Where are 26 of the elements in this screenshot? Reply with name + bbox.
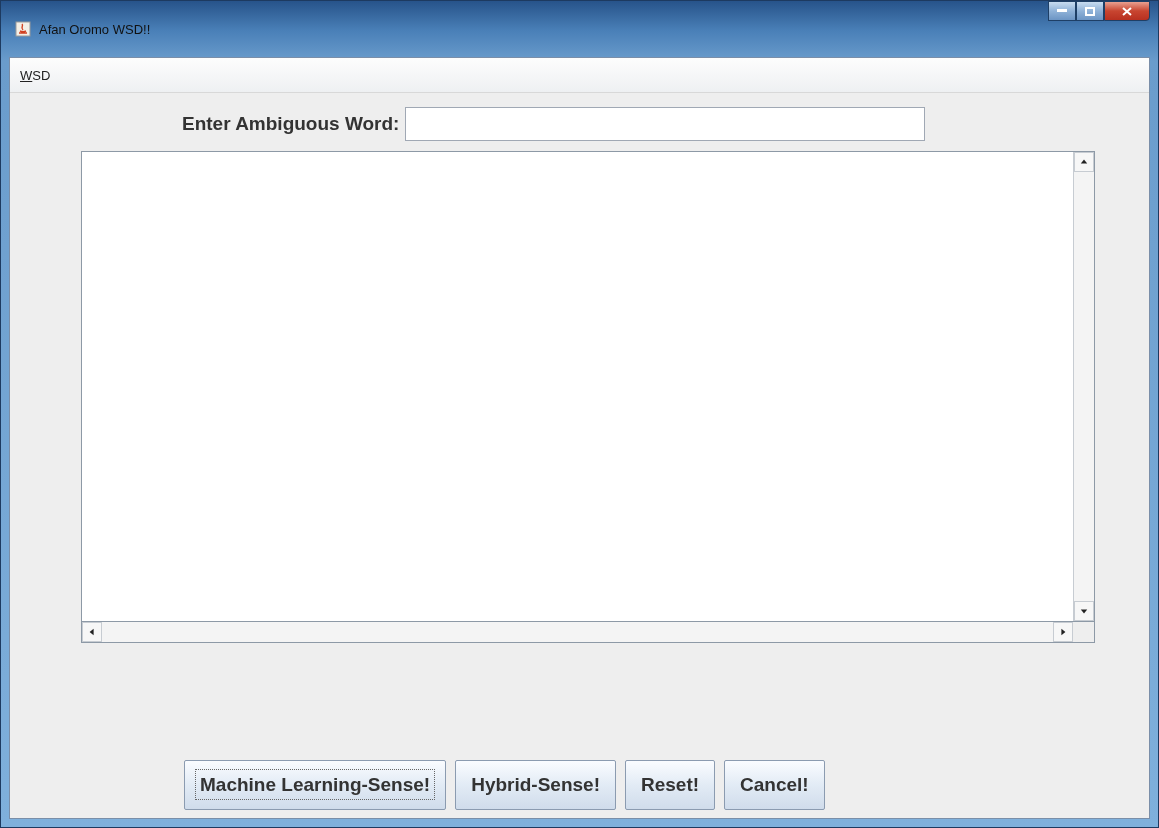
- vertical-scrollbar[interactable]: [1073, 152, 1094, 621]
- action-button[interactable]: Hybrid-Sense!: [455, 760, 616, 810]
- input-field[interactable]: [405, 107, 926, 141]
- left-arrow-icon: [88, 628, 96, 636]
- up-arrow-icon: [1080, 158, 1088, 166]
- scroll-right-button[interactable]: [1053, 622, 1073, 642]
- window-title: Afan Oromo WSD!!: [39, 21, 151, 37]
- close-button[interactable]: [1104, 1, 1150, 21]
- down-arrow-icon: [1080, 607, 1088, 615]
- action-button[interactable]: Machine Learning-Sense!: [184, 760, 447, 810]
- maximize-icon: [1085, 6, 1095, 16]
- field-label: Enter Ambiguous Word:: [182, 113, 400, 135]
- app-icon: [15, 21, 31, 37]
- right-arrow-icon: [1059, 628, 1067, 636]
- scroll-up-button[interactable]: [1074, 152, 1094, 172]
- action-button[interactable]: Reset!: [625, 760, 716, 810]
- maximize-button[interactable]: [1076, 1, 1104, 21]
- action-button[interactable]: Cancel!: [724, 760, 825, 810]
- minimize-button[interactable]: [1048, 1, 1076, 21]
- horizontal-scrollbar[interactable]: [82, 621, 1073, 642]
- scroll-down-button[interactable]: [1074, 601, 1094, 621]
- minimize-icon: [1057, 9, 1067, 13]
- scroll-left-button[interactable]: [82, 622, 102, 642]
- scrollbar-corner: [1073, 621, 1094, 642]
- menu-item[interactable]: WSD: [20, 67, 51, 83]
- close-icon: [1122, 6, 1132, 16]
